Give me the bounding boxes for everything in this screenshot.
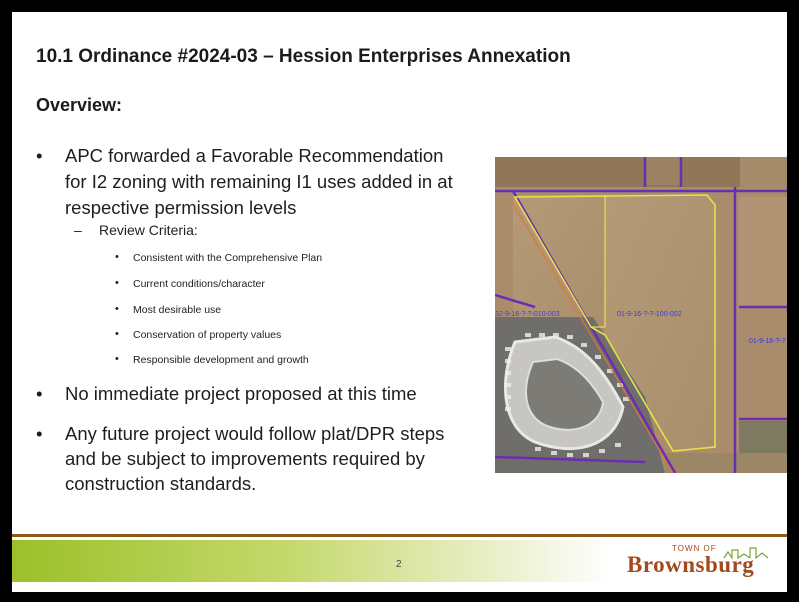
map-parcel-label: 01-9-16-?-?-100-002 xyxy=(617,311,682,318)
map-parcel xyxy=(645,157,681,185)
criteria-text: Responsible development and growth xyxy=(133,354,309,366)
footer-rule xyxy=(12,534,787,537)
bullet-dot: • xyxy=(36,383,43,404)
map-parcel xyxy=(740,157,787,187)
criteria-text: Current conditions/character xyxy=(133,278,265,290)
footer-band xyxy=(12,540,612,582)
map-parcel-right xyxy=(739,197,787,307)
map-bottom-parcel xyxy=(665,453,787,473)
bullet-text-line: respective permission levels xyxy=(65,197,297,218)
criteria-text: Consistent with the Comprehensive Plan xyxy=(133,252,323,264)
slide: 10.1 Ordinance #2024-03 – Hession Enterp… xyxy=(12,12,787,592)
bullet-text-line: Any future project would follow plat/DPR… xyxy=(65,423,445,444)
aerial-parcel-map: 32-9-16-?-?-010-003 01-9-16-?-?-100-002 … xyxy=(495,157,787,473)
criteria-text: Conservation of property values xyxy=(133,329,282,341)
bullet-dot: • xyxy=(115,328,119,340)
bullet-text-line: for I2 zoning with remaining I1 uses add… xyxy=(65,171,453,192)
map-parcel-label: 32-9-16-?-?-010-003 xyxy=(495,311,560,318)
bullet-text-line: and be subject to improvements required … xyxy=(65,448,425,469)
criteria-text: Most desirable use xyxy=(133,304,222,316)
bullet-dot: • xyxy=(36,423,43,444)
review-criteria-label: Review Criteria: xyxy=(99,222,198,238)
bullet-text-line: construction standards. xyxy=(65,473,257,494)
logo-wordmark: Brownsburg xyxy=(627,552,755,577)
page-number: 2 xyxy=(396,559,402,570)
map-parcel-label: 01-9-16-?-? xyxy=(749,338,786,345)
overview-heading: Overview: xyxy=(36,95,123,115)
map-parcel-right xyxy=(739,309,787,419)
bullet-dot: • xyxy=(115,277,119,289)
bullet-text-line: No immediate project proposed at this ti… xyxy=(65,383,417,404)
bullet-dot: • xyxy=(115,251,119,263)
dash-marker: – xyxy=(74,222,82,238)
bullet-text-line: APC forwarded a Favorable Recommendation xyxy=(65,145,444,166)
bullet-dot: • xyxy=(115,353,119,365)
bullet-dot: • xyxy=(36,145,43,166)
bullet-dot: • xyxy=(115,303,119,315)
slide-title: 10.1 Ordinance #2024-03 – Hession Enterp… xyxy=(36,46,571,67)
